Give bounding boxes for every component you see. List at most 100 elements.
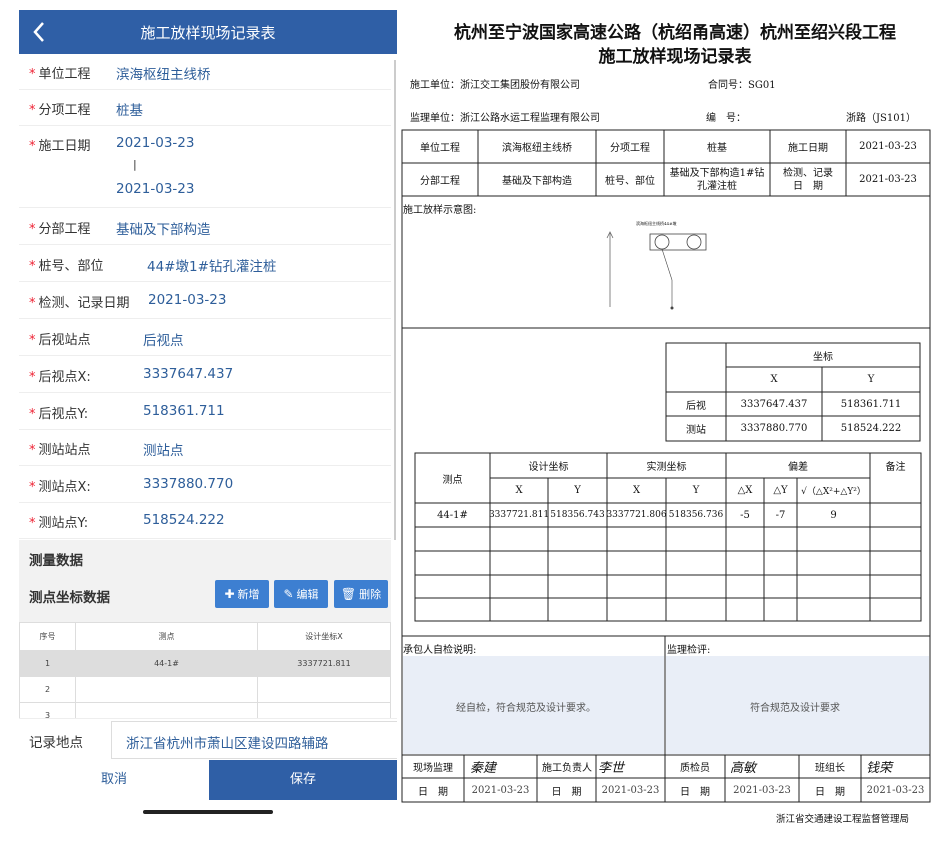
record-location-row: 记录地点 浙江省杭州市萧山区建设四路辅路 — [19, 718, 397, 760]
design-coord-header: 设计坐标 — [528, 462, 569, 473]
design-x-header: X — [515, 485, 523, 496]
field-value: 后视点 — [143, 333, 184, 349]
row-design-y: 518356.743 — [550, 510, 605, 520]
date-label: 日 期 — [418, 786, 448, 798]
deviation-header: 偏差 — [788, 462, 808, 473]
field-division[interactable]: * 分部工程 基础及下部构造 — [19, 209, 391, 245]
field-pile-position[interactable]: * 桩号、部位 44#墩1#钻孔灌注桩 — [19, 246, 391, 282]
date-start[interactable]: 2021-03-23 — [116, 135, 194, 151]
value-division: 基础及下部构造 — [502, 176, 572, 187]
date-value: 2021-03-23 — [866, 784, 925, 796]
field-label: 分部工程 — [38, 222, 91, 237]
table-header: 序号 测点 设计坐标X — [19, 622, 391, 651]
date-value: 2021-03-23 — [733, 784, 791, 796]
delta-total-header: √（△X²+△Y²） — [801, 487, 866, 497]
edit-button[interactable]: ✎ 编辑 — [274, 580, 328, 608]
field-value: 测站点 — [143, 443, 184, 459]
field-label: 测站点X: — [38, 480, 91, 495]
team-leader-label: 班组长 — [815, 763, 845, 774]
date-label: 日 期 — [551, 786, 582, 798]
date-label: 日 期 — [680, 786, 710, 798]
field-label: 施工日期 — [38, 139, 91, 154]
row-delta-total: 9 — [830, 509, 837, 521]
label-sub-item: 分项工程 — [610, 143, 650, 154]
value-pile-position: 基础及下部构造1#钻 孔灌注桩 — [669, 167, 765, 192]
home-indicator — [143, 810, 273, 814]
field-station-point[interactable]: * 测站站点 测站点 — [19, 430, 391, 466]
label-unit-project: 单位工程 — [420, 143, 460, 154]
bottom-bar: 取消 保存 — [19, 760, 397, 800]
row-delta-x: -5 — [740, 509, 750, 521]
table-row[interactable]: 1 44-1# 3337721.811 — [19, 650, 391, 677]
printed-form: 杭州至宁波国家高速公路（杭绍甬高速）杭州至绍兴段工程 施工放样现场记录表 施工单… — [400, 0, 950, 842]
add-button[interactable]: ✚ 新增 — [215, 580, 269, 608]
point-header: 测点 — [442, 474, 463, 486]
coord-y-header: Y — [867, 374, 875, 385]
field-station-y[interactable]: * 测站点Y: 518524.222 — [19, 503, 391, 539]
col-header: 设计坐标X — [257, 622, 391, 651]
field-label: 桩号、部位 — [38, 259, 104, 274]
field-backsight-x[interactable]: * 后视点X: 3337647.437 — [19, 357, 391, 393]
save-button[interactable]: 保存 — [209, 760, 397, 800]
delete-button[interactable]: 🗑 删除 — [334, 580, 388, 608]
col-header: 序号 — [19, 622, 76, 651]
field-label: 后视站点 — [38, 333, 91, 348]
page-title: 施工放样现场记录表 — [140, 24, 276, 42]
design-y-header: Y — [574, 485, 581, 496]
sketch-caption: 滨海枢纽主线桥44#墩 — [636, 221, 677, 226]
record-location-input[interactable]: 浙江省杭州市萧山区建设四路辅路 — [111, 721, 397, 759]
note-header: 备注 — [885, 462, 906, 473]
date-end[interactable]: 2021-03-23 — [116, 181, 194, 197]
construction-lead-signature: 李世 — [598, 761, 625, 776]
supervisor-check-text: 符合规范及设计要求 — [750, 703, 840, 714]
measured-x-header: X — [632, 485, 641, 496]
label-division: 分部工程 — [420, 176, 460, 187]
table-row[interactable]: 2 — [19, 676, 391, 703]
app-header: 施工放样现场记录表 — [19, 10, 397, 54]
sketch-label: 施工放样示意图: — [403, 205, 477, 216]
field-value: 3337880.770 — [143, 476, 234, 492]
backsight-x: 3337647.437 — [740, 398, 808, 410]
field-value: 518361.711 — [143, 403, 225, 419]
value-record-date: 2021-03-23 — [859, 174, 917, 185]
delta-x-header: △X — [737, 485, 753, 496]
backsight-label: 后视 — [686, 400, 706, 412]
qc-signature: 高敏 — [730, 761, 757, 776]
measured-y-header: Y — [692, 485, 700, 496]
field-label: 检测、记录日期 — [38, 296, 130, 311]
cancel-button[interactable]: 取消 — [19, 760, 209, 800]
coord-x-header: X — [770, 374, 778, 385]
subsection-title: 测点坐标数据 — [29, 590, 110, 606]
plus-icon: ✚ — [224, 587, 235, 601]
label-pile-position: 桩号、部位 — [605, 176, 655, 187]
label-record-date: 检测、记录日 期 — [783, 167, 833, 192]
delta-y-header: △Y — [773, 485, 788, 496]
field-value: 桩基 — [116, 103, 143, 119]
supervisor-check-label: 监理检评: — [667, 645, 711, 656]
field-station-x[interactable]: * 测站点X: 3337880.770 — [19, 467, 391, 503]
qc-label: 质检员 — [680, 763, 710, 774]
row-note — [870, 503, 921, 527]
field-unit-project[interactable]: * 单位工程 滨海枢纽主线桥 — [19, 54, 391, 90]
footer-authority: 浙江省交通建设工程监督管理局 — [776, 814, 910, 825]
field-record-date[interactable]: * 检测、记录日期 2021-03-23 — [19, 283, 391, 319]
value-unit-project: 滨海枢纽主线桥 — [502, 143, 572, 154]
label-construction-date: 施工日期 — [788, 143, 828, 154]
layout-sketch — [606, 231, 707, 310]
self-check-label: 承包人自检说明: — [403, 645, 477, 656]
construction-lead-label: 施工负责人 — [542, 763, 592, 774]
station-y: 518524.222 — [840, 423, 902, 434]
section-title: 测量数据 — [29, 553, 83, 569]
field-sub-item[interactable]: * 分项工程 桩基 — [19, 90, 391, 126]
measured-coord-header: 实测坐标 — [646, 462, 687, 473]
date-separator: | — [133, 158, 137, 171]
coord-data-table: 序号 测点 设计坐标X 1 44-1# 3337721.811 2 3 — [19, 622, 391, 729]
field-value: 44#墩1#钻孔灌注桩 — [147, 259, 277, 275]
field-value: 2021-03-23 — [148, 292, 227, 308]
field-backsight-y[interactable]: * 后视点Y: 518361.711 — [19, 394, 391, 430]
col-header: 测点 — [75, 622, 258, 651]
field-label: 分项工程 — [38, 103, 91, 118]
scrollbar[interactable] — [394, 60, 396, 540]
field-construction-date[interactable]: * 施工日期 2021-03-23 | 2021-03-23 — [19, 126, 391, 208]
field-backsight-point[interactable]: * 后视站点 后视点 — [19, 320, 391, 356]
